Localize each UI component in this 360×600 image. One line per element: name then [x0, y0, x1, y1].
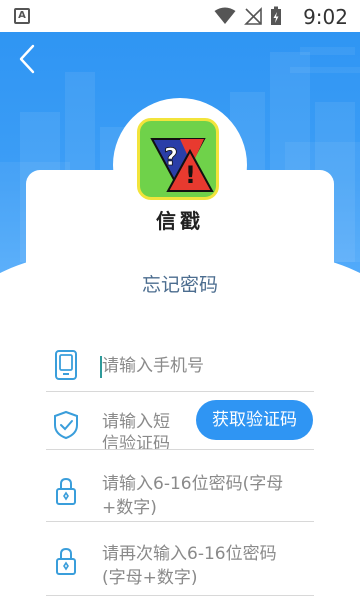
phone-icon [55, 350, 77, 380]
shield-check-icon [54, 410, 78, 440]
wifi-icon [214, 7, 236, 24]
lock-icon [56, 477, 76, 505]
confirm-password-placeholder-line2[interactable]: (字母+数字) [102, 566, 198, 590]
status-time: 9:02 [303, 5, 348, 29]
lock-icon [56, 547, 76, 575]
page-title: 忘记密码 [141, 274, 218, 296]
password-placeholder-line2[interactable]: +数字) [102, 496, 157, 520]
status-icons [214, 6, 282, 26]
svg-text:!: ! [185, 161, 196, 189]
app-notification-icon: A [14, 8, 30, 24]
confirm-password-field[interactable]: 请再次输入6-16位密码 (字母+数字) [46, 522, 314, 596]
phone-field[interactable]: 请输入手机号 [46, 340, 314, 392]
battery-charging-icon [271, 6, 281, 25]
logo-text: 信戳 [156, 209, 204, 233]
text-cursor [100, 356, 102, 378]
get-code-button[interactable]: 获取验证码 [196, 400, 313, 440]
confirm-password-placeholder-line1[interactable]: 请再次输入6-16位密码 [102, 542, 277, 566]
app-logo: ? ! [137, 118, 219, 200]
back-button[interactable] [14, 42, 42, 76]
sms-code-placeholder-line1[interactable]: 请输入短 [102, 410, 170, 434]
phone-input-placeholder[interactable]: 请输入手机号 [102, 354, 204, 378]
svg-text:?: ? [164, 143, 178, 171]
chevron-left-icon [19, 44, 35, 74]
status-bar: A 9:02 [0, 0, 360, 32]
sms-code-placeholder-line2[interactable]: 信验证码 [102, 432, 170, 449]
warning-triangle-logo-icon: ? ! [150, 138, 214, 192]
password-placeholder-line1[interactable]: 请输入6-16位密码(字母 [102, 472, 283, 496]
password-field[interactable]: 请输入6-16位密码(字母 +数字) [46, 450, 314, 522]
signal-off-icon [244, 7, 262, 25]
